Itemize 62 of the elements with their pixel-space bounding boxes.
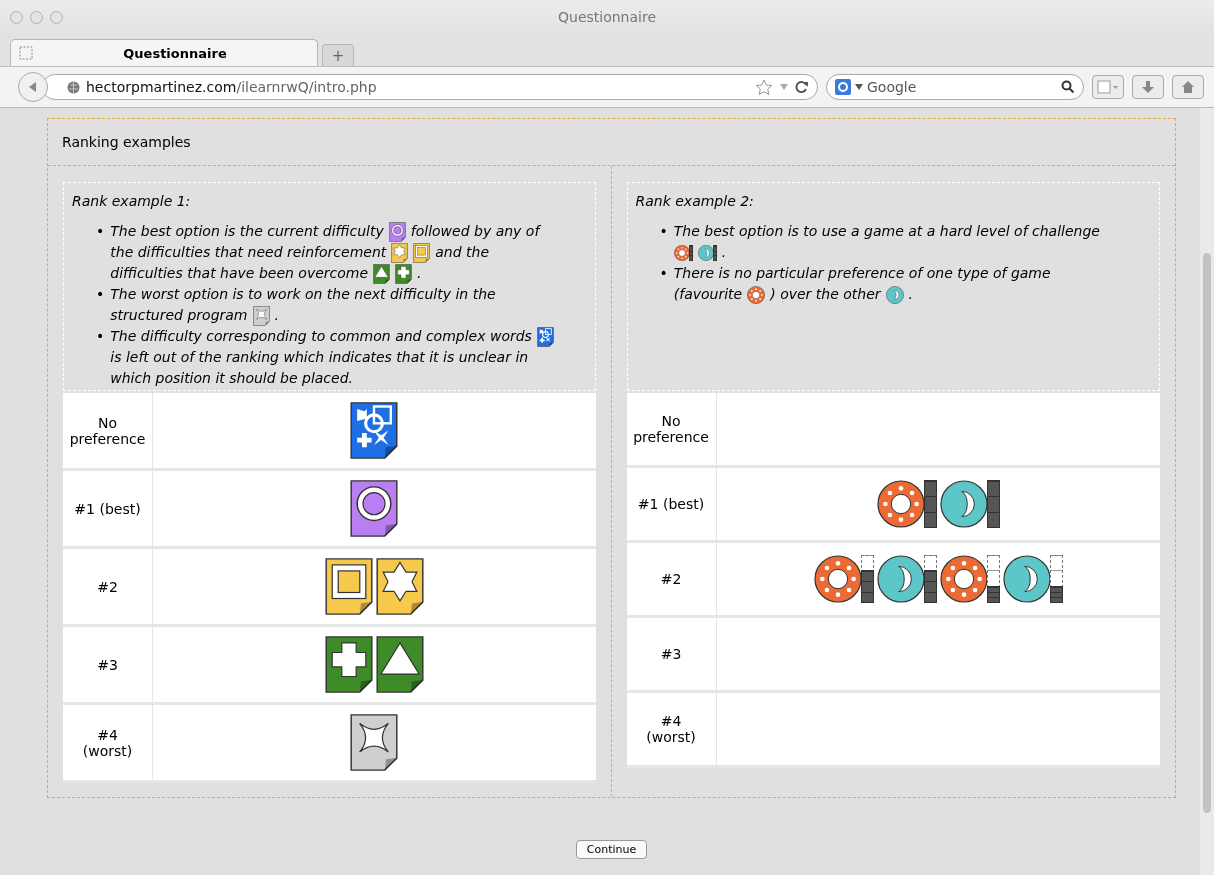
bullet-text: which position it should be placed.	[110, 369, 354, 388]
continue-button[interactable]: Continue	[575, 840, 648, 859]
back-button[interactable]	[18, 72, 48, 102]
url-host: hectorpmartinez.com	[86, 79, 237, 95]
rank-label: #2	[660, 571, 682, 587]
bullet-marker: •	[96, 222, 105, 241]
rank-label: No preference	[69, 414, 146, 447]
panel-title: Ranking examples	[62, 134, 191, 150]
example-title: Rank example 1:	[72, 193, 192, 209]
down-arrow-icon	[1141, 80, 1155, 94]
rank-label: #2	[97, 578, 118, 595]
bullet-marker: •	[96, 327, 105, 346]
rank-label: #1 (best)	[637, 496, 705, 512]
rank-label: No preference	[633, 413, 709, 445]
bullet-text: The difficulty corresponding to common and complex words	[110, 327, 532, 346]
bullet-text: .	[417, 264, 422, 283]
page-icon	[19, 46, 33, 60]
window-title: Questionnaire	[558, 9, 656, 25]
bookmark-icon	[1097, 80, 1119, 94]
minimize-button[interactable]	[30, 10, 43, 24]
bullet-marker: •	[96, 285, 105, 304]
bullet-marker: •	[659, 222, 668, 241]
rank-label: #3	[97, 656, 118, 673]
bullet-text: .	[721, 243, 727, 262]
home-button[interactable]	[1172, 75, 1204, 99]
new-tab-button[interactable]: +	[322, 44, 354, 66]
bullet-text: The worst option is to work on the next difficulty in the	[110, 285, 496, 304]
rank-label: #3	[660, 646, 682, 662]
search-field[interactable]: Google	[826, 74, 1084, 100]
bullet-text: the difficulties that need reinforcement	[110, 243, 387, 262]
star-icon[interactable]	[755, 78, 773, 96]
rank-label: #4 (worst)	[646, 713, 696, 745]
scrollbar-thumb[interactable]	[1203, 253, 1211, 813]
rank-label: #4 (worst)	[82, 726, 133, 759]
bullet-text: The best option is the current difficulty	[110, 222, 384, 241]
reload-icon[interactable]	[795, 80, 809, 94]
rank-label: #1 (best)	[74, 500, 141, 517]
bullet-text: followed by any of	[410, 222, 540, 241]
bullet-text: The best option is to use a game at a hard level of challenge	[673, 222, 1100, 241]
dropdown-icon[interactable]	[855, 84, 863, 90]
bullet-text: .	[908, 285, 913, 304]
bullet-text: There is no particular preference of one type of game	[673, 264, 1051, 283]
zoom-button[interactable]	[50, 10, 63, 24]
bullet-text: .	[274, 306, 279, 325]
back-arrow-icon	[27, 81, 39, 93]
search-icon[interactable]	[1061, 80, 1075, 94]
search-engine-icon[interactable]	[835, 79, 851, 95]
download-button[interactable]	[1132, 75, 1164, 99]
url-path: /ilearnrwQ/intro.php	[236, 79, 378, 95]
bullet-text: difficulties that have been overcome	[110, 264, 369, 283]
example-title: Rank example 2:	[635, 193, 755, 209]
bullet-text: (favourite	[673, 285, 743, 304]
bullet-marker: •	[659, 264, 668, 283]
bullet-text: structured program	[110, 306, 248, 325]
browser-tab[interactable]: Questionnaire	[10, 39, 318, 66]
bullet-text: ) over the other	[770, 285, 881, 304]
globe-icon	[67, 80, 80, 94]
bullet-text: and the	[435, 243, 490, 262]
bullet-text: is left out of the ranking which indicates that it is unclear in	[110, 348, 529, 367]
home-icon	[1181, 80, 1195, 94]
bookmarks-button[interactable]	[1092, 75, 1124, 99]
close-button[interactable]	[10, 10, 23, 24]
